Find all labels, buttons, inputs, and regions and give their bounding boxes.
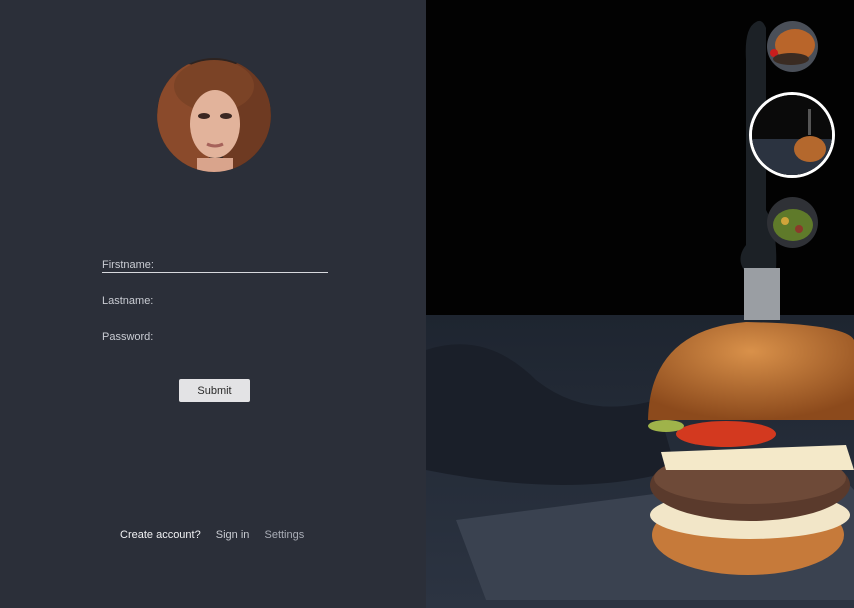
firstname-field[interactable]: Firstname: (102, 259, 328, 273)
app-window: Firstname: Lastname: Password: Submit Cr… (0, 0, 854, 608)
lastname-field[interactable]: Lastname: (102, 295, 153, 307)
gallery-thumbnail-3[interactable] (767, 197, 818, 248)
password-label: Password: (102, 331, 154, 343)
password-field[interactable]: Password: (102, 331, 153, 343)
gallery-thumbnail-1[interactable] (767, 21, 818, 72)
create-account-link[interactable]: Create account? (120, 529, 201, 541)
submit-button[interactable]: Submit (179, 379, 250, 402)
settings-link[interactable]: Settings (264, 529, 304, 541)
firstname-label: Firstname: (102, 259, 154, 271)
sign-in-link[interactable]: Sign in (216, 529, 250, 541)
profile-avatar (157, 58, 271, 172)
gallery-thumbnail-2-selected[interactable] (749, 92, 835, 178)
lastname-label: Lastname: (102, 295, 154, 307)
login-panel: Firstname: Lastname: Password: Submit Cr… (0, 0, 426, 608)
footer-links: Create account? Sign in Settings (120, 529, 316, 541)
